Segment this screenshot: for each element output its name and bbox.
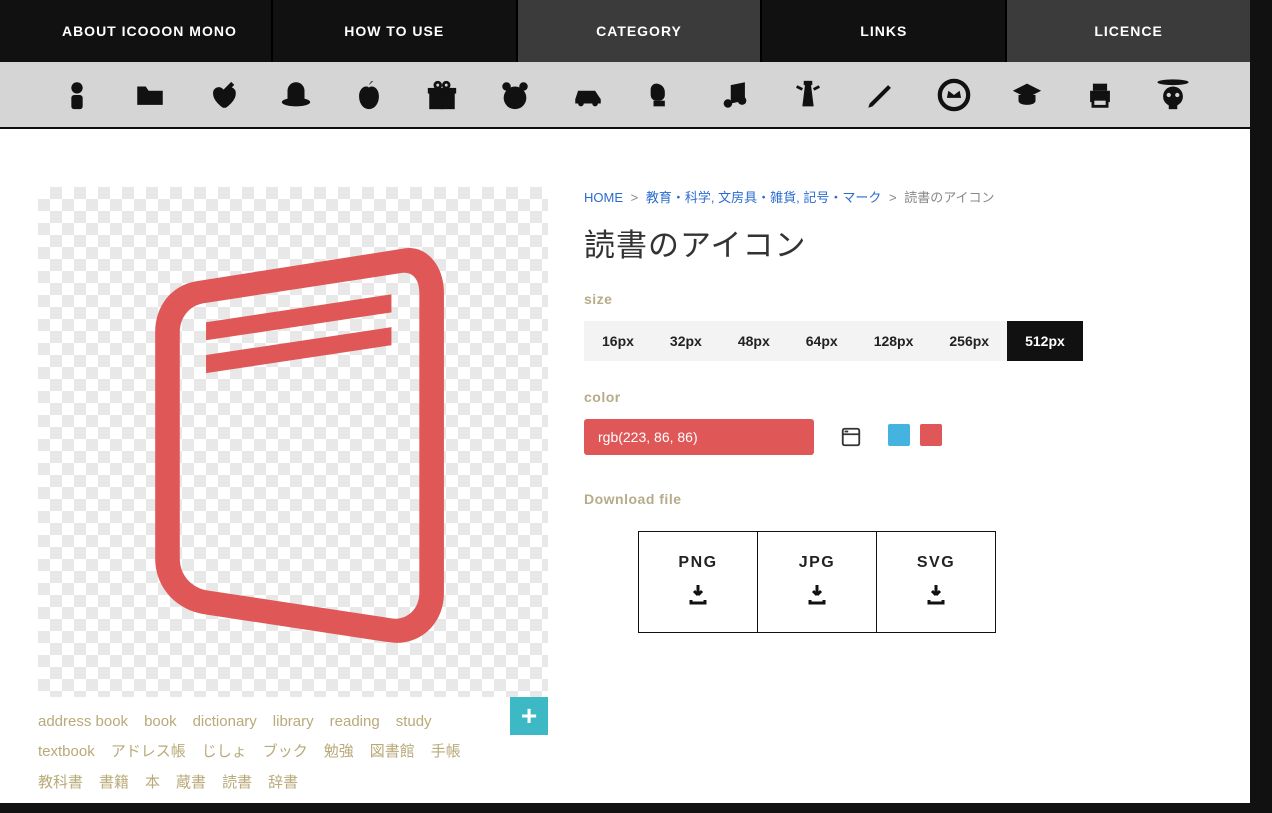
- tag[interactable]: library: [273, 708, 314, 737]
- tag[interactable]: dictionary: [193, 708, 257, 737]
- page-edge-bottom: [0, 803, 1272, 813]
- add-button[interactable]: +: [510, 697, 548, 735]
- nav-item-links[interactable]: LINKS: [760, 0, 1005, 62]
- tag[interactable]: 蔵書: [176, 769, 206, 798]
- color-swatch[interactable]: [920, 424, 942, 446]
- apple-icon[interactable]: [350, 76, 388, 114]
- book-icon: [83, 232, 503, 652]
- breadcrumb-home[interactable]: HOME: [584, 190, 623, 205]
- color-row: [584, 419, 1220, 455]
- printer-icon[interactable]: [1081, 76, 1119, 114]
- breadcrumb-current: 読書のアイコン: [904, 190, 994, 205]
- size-option-128px[interactable]: 128px: [856, 321, 932, 361]
- tag[interactable]: 読書: [222, 769, 252, 798]
- skull-pirate-icon[interactable]: [1154, 76, 1192, 114]
- size-option-32px[interactable]: 32px: [652, 321, 720, 361]
- tag[interactable]: 教科書: [38, 769, 83, 798]
- tag-list: address book book dictionary library reading…: [38, 707, 508, 798]
- download-jpg[interactable]: JPG: [757, 531, 877, 633]
- left-column: + address book book dictionary library readi…: [38, 187, 548, 798]
- download-label: JPG: [799, 554, 836, 572]
- color-swatch[interactable]: [888, 424, 910, 446]
- breadcrumb-link[interactable]: 文房具・雑貨: [718, 190, 796, 205]
- boxing-glove-icon[interactable]: [643, 76, 681, 114]
- tag[interactable]: book: [144, 708, 177, 737]
- hat-icon[interactable]: [277, 76, 315, 114]
- tag[interactable]: textbook: [38, 738, 95, 767]
- graduation-cap-icon[interactable]: [1008, 76, 1046, 114]
- gift-icon[interactable]: [423, 76, 461, 114]
- download-label: PNG: [678, 554, 717, 572]
- breadcrumb-sep: >: [631, 190, 639, 205]
- download-icon: [686, 582, 710, 611]
- lighthouse-icon[interactable]: [789, 76, 827, 114]
- download-png[interactable]: PNG: [638, 531, 758, 633]
- size-option-16px[interactable]: 16px: [584, 321, 652, 361]
- size-label: size: [584, 291, 1220, 307]
- music-note-icon[interactable]: [716, 76, 754, 114]
- download-icon: [924, 582, 948, 611]
- color-picker-icon[interactable]: [840, 426, 862, 448]
- breadcrumb-sep: >: [889, 190, 897, 205]
- nav-item-licence[interactable]: LICENCE: [1005, 0, 1250, 62]
- tag[interactable]: 辞書: [268, 769, 298, 798]
- content: + address book book dictionary library readi…: [0, 129, 1250, 798]
- tag[interactable]: 手帳: [431, 738, 461, 767]
- download-icon: [805, 582, 829, 611]
- folder-icon[interactable]: [131, 76, 169, 114]
- nav-item-about-icooon-mono[interactable]: ABOUT ICOOON MONO: [28, 0, 271, 62]
- nav-item-category[interactable]: CATEGORY: [516, 0, 761, 62]
- breadcrumb: HOME > 教育・科学, 文房具・雑貨, 記号・マーク > 読書のアイコン: [584, 187, 1220, 206]
- right-column: HOME > 教育・科学, 文房具・雑貨, 記号・マーク > 読書のアイコン 読…: [584, 187, 1220, 798]
- tag[interactable]: reading: [330, 708, 380, 737]
- bear-icon[interactable]: [496, 76, 534, 114]
- size-selector: 16px32px48px64px128px256px512px: [584, 321, 1220, 361]
- category-bar: [0, 62, 1250, 129]
- size-option-64px[interactable]: 64px: [788, 321, 856, 361]
- size-option-256px[interactable]: 256px: [931, 321, 1007, 361]
- tag[interactable]: じしょ: [202, 738, 247, 767]
- tag[interactable]: 勉強: [324, 738, 354, 767]
- nav-item-how-to-use[interactable]: HOW TO USE: [271, 0, 516, 62]
- color-input[interactable]: [584, 419, 814, 455]
- syringe-heart-icon[interactable]: [204, 76, 242, 114]
- download-svg[interactable]: SVG: [876, 531, 996, 633]
- pencil-icon[interactable]: [862, 76, 900, 114]
- top-navigation: ABOUT ICOOON MONOHOW TO USECATEGORYLINKS…: [0, 0, 1250, 62]
- tag[interactable]: 書籍: [99, 769, 129, 798]
- download-label: Download file: [584, 491, 1220, 507]
- car-icon[interactable]: [569, 76, 607, 114]
- breadcrumb-link[interactable]: 記号・マーク: [803, 190, 881, 205]
- add-button-label: +: [521, 700, 537, 732]
- breadcrumb-link[interactable]: 教育・科学: [646, 190, 711, 205]
- person-icon[interactable]: [58, 76, 96, 114]
- page-title: 読書のアイコン: [584, 220, 1220, 265]
- download-options: PNG JPG SVG: [638, 531, 1220, 633]
- tag[interactable]: 図書館: [370, 738, 415, 767]
- size-option-512px[interactable]: 512px: [1007, 321, 1083, 361]
- tag[interactable]: アドレス帳: [111, 738, 186, 767]
- download-label: SVG: [917, 554, 955, 572]
- size-option-48px[interactable]: 48px: [720, 321, 788, 361]
- color-label: color: [584, 389, 1220, 405]
- tag[interactable]: study: [396, 708, 432, 737]
- tag[interactable]: address book: [38, 708, 128, 737]
- page-edge-right: [1250, 0, 1272, 813]
- tag[interactable]: 本: [145, 769, 160, 798]
- crown-badge-icon[interactable]: [935, 76, 973, 114]
- tag[interactable]: ブック: [263, 738, 308, 767]
- icon-preview: +: [38, 187, 548, 697]
